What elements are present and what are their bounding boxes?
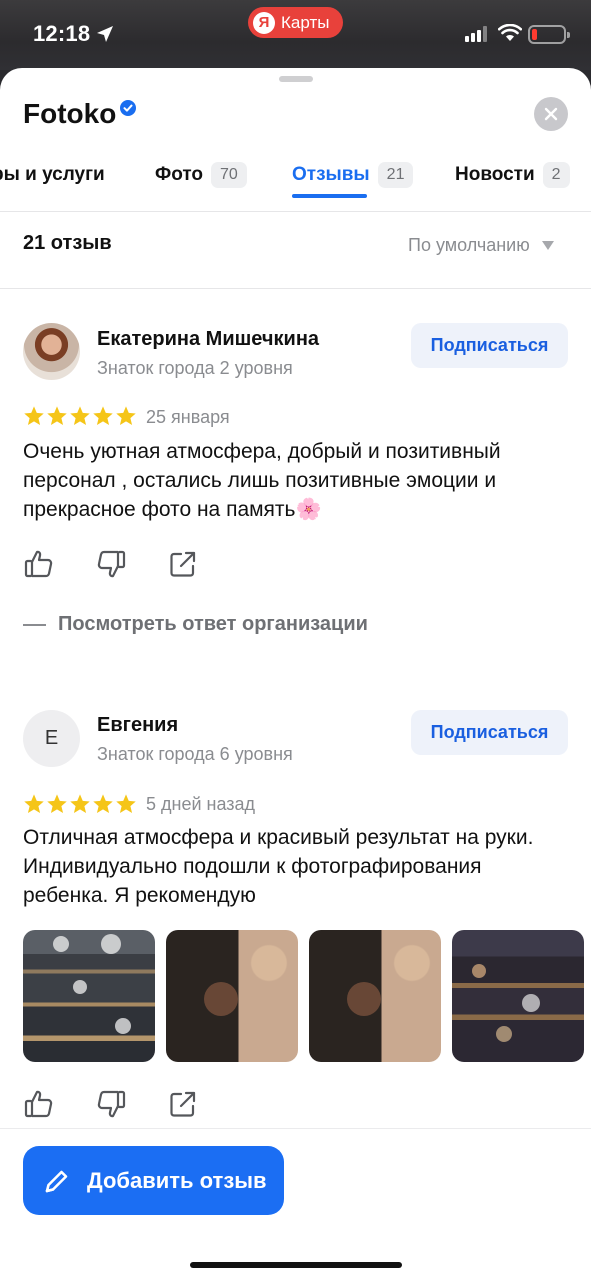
place-title: Fotoko	[23, 98, 117, 129]
review-actions	[23, 548, 199, 580]
star-icon	[70, 406, 90, 425]
star-icon	[24, 794, 44, 813]
thumbs-up-icon[interactable]	[23, 548, 55, 580]
review-date: 25 января	[146, 407, 230, 427]
back-to-maps-label: Карты	[281, 12, 330, 32]
divider	[0, 288, 591, 289]
close-button[interactable]	[534, 97, 568, 131]
thumbs-down-icon[interactable]	[95, 548, 127, 580]
verified-badge-icon	[120, 100, 136, 116]
share-icon[interactable]	[167, 548, 199, 580]
pencil-icon	[45, 1170, 68, 1192]
org-reply-label: Посмотреть ответ организации	[58, 613, 368, 635]
active-tab-indicator	[292, 194, 367, 198]
sort-label: По умолчанию	[408, 235, 530, 255]
subscribe-button[interactable]: Подписаться	[411, 710, 568, 755]
status-bar: 12:18 Я Карты	[0, 0, 591, 70]
review-author[interactable]: Екатерина Мишечкина	[97, 328, 319, 351]
star-icon	[93, 794, 113, 813]
reviews-count: 21 отзыв	[23, 232, 112, 254]
tab-services[interactable]: ры и услуги	[0, 150, 105, 200]
star-icon	[116, 406, 136, 425]
subscribe-button[interactable]: Подписаться	[411, 323, 568, 368]
avatar[interactable]: Е	[23, 710, 80, 767]
review-photo[interactable]	[23, 930, 155, 1062]
review-text: Отличная атмосфера и красивый результат …	[23, 826, 534, 907]
status-time: 12:18	[33, 21, 91, 46]
review-photo[interactable]	[166, 930, 298, 1062]
dash-icon	[23, 623, 46, 626]
avatar[interactable]	[23, 323, 80, 380]
share-icon[interactable]	[167, 1088, 199, 1120]
back-to-maps-pill[interactable]: Я Карты	[248, 7, 343, 38]
author-level: Знаток города 2 уровня	[97, 358, 293, 378]
review-author[interactable]: Евгения	[97, 714, 178, 737]
tab-bar: ры и услуги Фото 70 Отзывы 21 Новости 2	[0, 150, 591, 210]
review-date: 5 дней назад	[146, 794, 256, 814]
review-photo[interactable]	[452, 930, 584, 1062]
tab-label: Новости	[455, 164, 535, 185]
thumbs-down-icon[interactable]	[95, 1088, 127, 1120]
view-org-reply-link[interactable]: Посмотреть ответ организации	[23, 613, 368, 636]
star-icon	[93, 406, 113, 425]
place-sheet: Fotoko ры и услуги Фото 70 Отзывы 21 Нов…	[0, 68, 591, 1280]
star-icon	[116, 794, 136, 813]
tab-news[interactable]: Новости 2	[455, 150, 570, 200]
review-photos	[23, 930, 584, 1062]
divider	[0, 211, 591, 212]
star-icon	[24, 406, 44, 425]
rating-stars	[23, 405, 137, 427]
tab-count-badge: 2	[542, 162, 570, 188]
tab-label: Фото	[155, 164, 204, 185]
review-text: Очень уютная атмосфера, добрый и позитив…	[23, 440, 501, 521]
home-indicator[interactable]	[190, 1262, 402, 1268]
review-photo[interactable]	[309, 930, 441, 1062]
sheet-grabber[interactable]	[279, 76, 313, 82]
star-icon	[70, 794, 90, 813]
tab-count-badge: 70	[211, 162, 247, 188]
rating-stars	[23, 793, 137, 815]
sort-dropdown[interactable]: По умолчанию	[408, 235, 554, 256]
tab-reviews[interactable]: Отзывы 21	[292, 150, 414, 200]
yandex-logo-icon: Я	[253, 11, 275, 34]
thumbs-up-icon[interactable]	[23, 1088, 55, 1120]
tab-label: ры и услуги	[0, 164, 105, 185]
author-level: Знаток города 6 уровня	[97, 744, 293, 764]
battery-icon	[528, 25, 570, 44]
star-icon	[47, 406, 67, 425]
location-arrow-icon	[97, 26, 113, 42]
tab-count-badge: 21	[377, 162, 414, 188]
cellular-signal-icon	[465, 26, 487, 42]
tab-label: Отзывы	[292, 164, 370, 185]
star-icon	[47, 794, 67, 813]
add-review-label: Добавить отзыв	[87, 1167, 267, 1193]
add-review-button[interactable]: Добавить отзыв	[23, 1146, 284, 1215]
close-icon	[544, 107, 558, 121]
review-actions	[23, 1088, 199, 1120]
wifi-icon	[498, 24, 522, 41]
tab-photos[interactable]: Фото 70	[155, 150, 247, 200]
chevron-down-icon	[541, 241, 554, 250]
